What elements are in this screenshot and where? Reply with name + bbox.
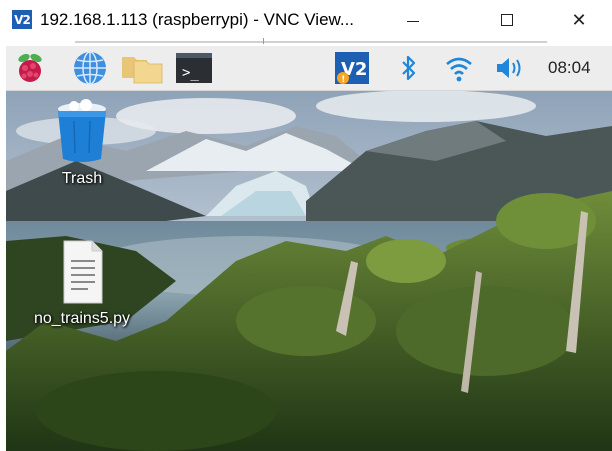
maximize-button[interactable] (484, 0, 530, 40)
horizontal-scrollbar[interactable] (75, 41, 547, 43)
python-file-icon (63, 240, 103, 304)
vnc-viewer-app-icon: V2 (12, 10, 32, 29)
clock[interactable]: 08:04 (548, 58, 591, 78)
window-title-bar[interactable]: V2 192.168.1.113 (raspberrypi) - VNC Vie… (0, 0, 612, 40)
volume-icon (497, 58, 521, 78)
taskbar-panel: >_ V2 ! 08:04 (6, 46, 612, 91)
scrollbar-thumb-marker[interactable] (263, 38, 264, 44)
close-icon: ✕ (571, 9, 587, 30)
desktop-icon-label: Trash (61, 170, 103, 187)
minimize-icon (407, 20, 419, 22)
web-browser-button[interactable] (70, 51, 110, 85)
vnc-server-icon: V2 ! (335, 52, 369, 85)
desktop-icon-trash[interactable]: Trash (50, 99, 114, 188)
wifi-tray-button[interactable] (444, 51, 474, 85)
volume-tray-button[interactable] (494, 51, 526, 85)
minimize-button[interactable] (390, 0, 436, 40)
vnc-server-tray-button[interactable]: V2 ! (334, 51, 370, 85)
desktop-icon-label: no_trains5.py (33, 310, 131, 327)
raspberry-menu-icon (18, 53, 42, 82)
web-browser-icon (74, 51, 106, 85)
svg-text:>_: >_ (182, 65, 199, 81)
maximize-icon (501, 14, 513, 26)
file-manager-icon (122, 57, 163, 84)
desktop[interactable]: Trash no_trains5.py (6, 91, 612, 451)
desktop-icon-python-file[interactable]: no_trains5.py (12, 239, 152, 328)
svg-text:!: ! (341, 75, 345, 85)
close-button[interactable]: ✕ (556, 0, 602, 40)
terminal-button[interactable]: >_ (174, 51, 214, 85)
terminal-icon: >_ (176, 53, 212, 83)
bluetooth-tray-button[interactable] (398, 51, 420, 85)
file-manager-button[interactable] (120, 51, 164, 85)
bluetooth-icon (402, 55, 416, 81)
trash-icon (58, 99, 106, 162)
raspberry-menu-button[interactable] (12, 51, 48, 85)
wifi-icon (446, 57, 472, 82)
window-title: 192.168.1.113 (raspberrypi) - VNC View..… (40, 10, 355, 29)
